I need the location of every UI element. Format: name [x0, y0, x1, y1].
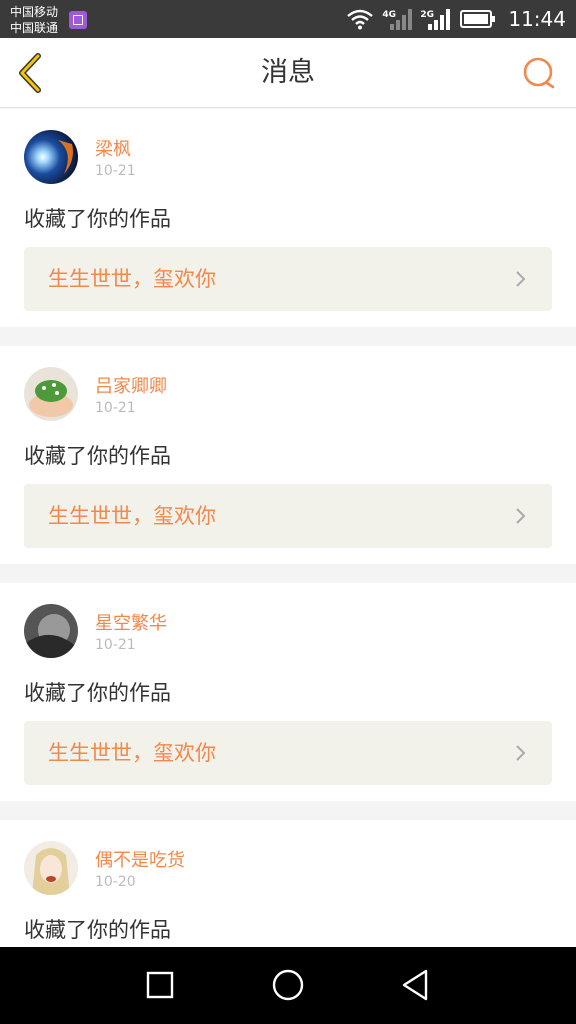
- notification-card: 吕家卿卿 10-21 收藏了你的作品 生生世世，玺欢你: [0, 346, 576, 564]
- recents-icon: [146, 971, 174, 999]
- username[interactable]: 梁枫: [95, 135, 131, 161]
- username[interactable]: 偶不是吃货: [95, 846, 185, 872]
- signal-2g-icon: 2G: [420, 6, 452, 32]
- page-title: 消息: [261, 57, 315, 88]
- notification-card: 梁枫 10-21 收藏了你的作品 生生世世，玺欢你: [0, 109, 576, 327]
- action-text: 收藏了你的作品: [24, 918, 171, 942]
- notification-app-icon: [69, 11, 87, 29]
- home-icon: [272, 969, 304, 1001]
- system-back-button[interactable]: [396, 965, 436, 1005]
- action-text: 收藏了你的作品: [24, 681, 171, 705]
- work-link[interactable]: 生生世世，玺欢你: [24, 247, 552, 311]
- clock: 11:44: [508, 7, 566, 31]
- carrier-2: 中国联通: [10, 21, 59, 35]
- username[interactable]: 星空繁华: [95, 609, 167, 635]
- chevron-right-icon: [516, 508, 526, 524]
- system-nav-bar: [0, 947, 576, 1024]
- work-title: 生生世世，玺欢你: [48, 267, 216, 291]
- signal-4g-icon: 4G: [382, 6, 413, 32]
- work-link[interactable]: 生生世世，玺欢你: [24, 721, 552, 785]
- username[interactable]: 吕家卿卿: [95, 372, 167, 398]
- timestamp: 10-21: [95, 637, 136, 653]
- notification-card: 偶不是吃货 10-20 收藏了你的作品: [0, 820, 576, 947]
- home-button[interactable]: [268, 965, 308, 1005]
- avatar[interactable]: [24, 841, 78, 895]
- timestamp: 10-21: [95, 163, 136, 179]
- carrier-info: 中国移动 中国联通: [10, 4, 58, 36]
- chevron-right-icon: [516, 745, 526, 761]
- work-link[interactable]: 生生世世，玺欢你: [24, 484, 552, 548]
- timestamp: 10-21: [95, 400, 136, 416]
- search-button[interactable]: [522, 56, 556, 90]
- work-title: 生生世世，玺欢你: [48, 741, 216, 765]
- wifi-icon: [347, 9, 374, 30]
- action-text: 收藏了你的作品: [24, 207, 171, 231]
- status-bar: 中国移动 中国联通 4G 2G 11:44: [0, 0, 576, 38]
- app-header: 消息: [0, 38, 576, 108]
- search-icon: [523, 57, 555, 89]
- avatar[interactable]: [24, 367, 78, 421]
- action-text: 收藏了你的作品: [24, 444, 171, 468]
- avatar[interactable]: [24, 130, 78, 184]
- chevron-right-icon: [516, 271, 526, 287]
- avatar[interactable]: [24, 604, 78, 658]
- work-title: 生生世世，玺欢你: [48, 504, 216, 528]
- back-icon: [402, 969, 428, 1001]
- battery-icon: [460, 10, 496, 28]
- carrier-1: 中国移动: [10, 5, 59, 19]
- notification-list[interactable]: 梁枫 10-21 收藏了你的作品 生生世世，玺欢你 吕家卿卿 10-21 收藏了…: [0, 109, 576, 947]
- recents-button[interactable]: [140, 965, 180, 1005]
- timestamp: 10-20: [95, 874, 136, 890]
- notification-card: 星空繁华 10-21 收藏了你的作品 生生世世，玺欢你: [0, 583, 576, 801]
